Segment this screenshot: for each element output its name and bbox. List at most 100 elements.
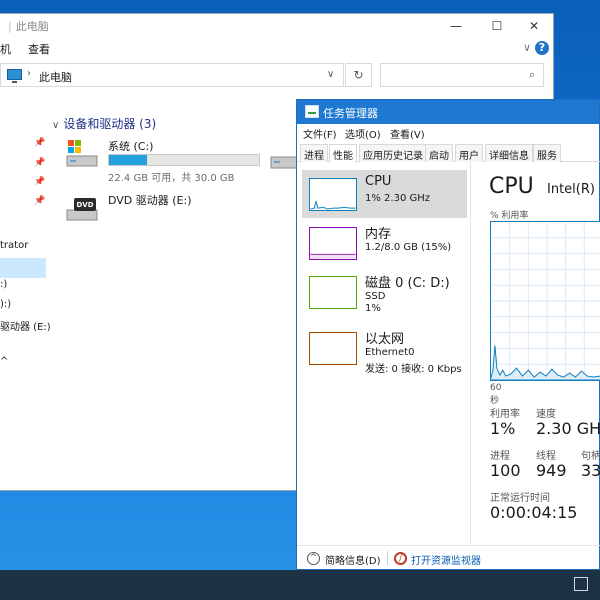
drive-name: 系统 (C:) — [108, 140, 154, 153]
speed-value: 2.30 GHz — [536, 419, 600, 438]
breadcrumb-separator: › — [27, 68, 31, 79]
tab-app-history[interactable]: 应用历史记录 — [359, 144, 427, 162]
resource-monitor-icon: / — [394, 552, 407, 565]
handles-value: 33 — [581, 461, 600, 480]
resource-disk[interactable]: 磁盘 0 (C: D:) SSD 1% — [302, 268, 467, 316]
group-header-devices[interactable]: ∨ 设备和驱动器 (3) — [52, 115, 156, 132]
hard-drive-icon — [66, 140, 98, 167]
svg-text:DVD: DVD — [76, 201, 93, 209]
explorer-titlebar[interactable]: | 此电脑 — ☐ ✕ — [0, 14, 553, 38]
pin-icon: 📌 — [34, 138, 46, 148]
tab-details[interactable]: 详细信息 — [485, 144, 533, 162]
drive-dvd[interactable]: DVD DVD 驱动器 (E:) — [66, 192, 266, 226]
task-manager-title: 任务管理器 — [323, 107, 378, 120]
nav-item-dvd[interactable]: 驱动器 (E:) — [0, 318, 51, 333]
ethernet-mini-graph — [309, 332, 357, 365]
chevron-up-icon[interactable]: ^ — [307, 552, 320, 565]
time-axis-label: 60 秒 — [490, 383, 502, 406]
processes-value: 100 — [490, 461, 521, 480]
tab-performance[interactable]: 性能 — [329, 144, 357, 163]
menu-options[interactable]: 选项(O) — [345, 126, 381, 141]
fewer-details-button[interactable]: 简略信息(D) — [325, 552, 381, 567]
taskbar — [0, 570, 600, 600]
utilization-axis-label: % 利用率 — [490, 211, 529, 221]
drive-usage-bar — [108, 154, 260, 166]
tab-startup[interactable]: 启动 — [425, 144, 453, 162]
resource-detail: 1% — [365, 303, 381, 314]
chevron-down-icon: ∨ — [52, 120, 60, 131]
task-manager-icon — [305, 105, 319, 118]
resource-memory[interactable]: 内存 1.2/8.0 GB (15%) — [302, 219, 467, 267]
search-icon[interactable]: ⌕ — [529, 68, 535, 82]
footer-divider — [387, 551, 388, 565]
resource-ethernet[interactable]: 以太网 Ethernet0 发送: 0 接收: 0 Kbps — [302, 324, 467, 375]
pane-divider — [470, 162, 471, 544]
help-icon[interactable]: ? — [535, 41, 549, 55]
breadcrumb-this-pc[interactable]: 此电脑 — [39, 69, 72, 85]
speed-label: 速度 — [536, 409, 556, 420]
disk-mini-graph — [309, 276, 357, 309]
address-row: › 此电脑 ∨ ↻ ⌕ — [0, 63, 553, 89]
nav-item-drive[interactable]: ):) — [0, 299, 11, 310]
drive-c[interactable]: 系统 (C:) 22.4 GB 可用，共 30.0 GB — [66, 138, 296, 186]
minimize-button[interactable]: — — [436, 14, 476, 38]
drive-usage-fill — [109, 155, 147, 165]
refresh-button[interactable]: ↻ — [345, 63, 372, 87]
resource-name: CPU — [365, 174, 392, 189]
resource-detail: 发送: 0 接收: 0 Kbps — [365, 364, 462, 375]
open-resource-monitor-link[interactable]: 打开资源监视器 — [411, 552, 481, 567]
pin-icon: 📌 — [34, 196, 46, 206]
task-manager-footer: ^ 简略信息(D) / 打开资源监视器 — [297, 545, 600, 570]
utilization-label: 利用率 — [490, 409, 520, 420]
task-manager-titlebar[interactable]: 任务管理器 — [297, 100, 599, 124]
close-button[interactable]: ✕ — [514, 14, 554, 38]
explorer-title: | 此电脑 — [8, 20, 49, 33]
tab-processes[interactable]: 进程 — [300, 144, 328, 162]
nav-item-drive[interactable]: :) — [0, 279, 7, 290]
nav-item-user[interactable]: trator — [0, 240, 28, 251]
explorer-ribbon: 机 查看 ∨ ? — [0, 38, 553, 58]
search-box[interactable]: ⌕ — [380, 63, 544, 87]
ribbon-tab-view[interactable]: 查看 — [28, 41, 50, 57]
utilization-value: 1% — [490, 419, 516, 438]
uptime-value: 0:00:04:15 — [490, 503, 578, 522]
processes-label: 进程 — [490, 451, 510, 462]
detail-title: CPU — [489, 174, 534, 199]
resource-detail: Ethernet0 — [365, 347, 415, 358]
address-bar[interactable]: › 此电脑 ∨ — [0, 63, 344, 87]
threads-label: 线程 — [536, 451, 556, 462]
nav-item-selected[interactable] — [0, 258, 46, 278]
menu-view[interactable]: 查看(V) — [390, 126, 425, 141]
search-input[interactable] — [385, 65, 515, 85]
memory-mini-graph — [309, 227, 357, 260]
handles-label: 句柄 — [581, 451, 600, 462]
resource-name: 内存 — [365, 227, 392, 242]
pin-icon: 📌 — [34, 177, 46, 187]
tab-strip: 进程 性能 应用历史记录 启动 用户 详细信息 服务 — [297, 142, 600, 163]
navigation-pane: 📌 📌 📌 📌 trator :) ):) 驱动器 (E:) ^ — [0, 97, 51, 492]
resource-detail: 1% 2.30 GHz — [365, 193, 431, 204]
threads-value: 949 — [536, 461, 567, 480]
resource-cpu[interactable]: CPU 1% 2.30 GHz — [302, 170, 467, 218]
resource-name: 磁盘 0 (C: D:) — [365, 276, 450, 291]
cpu-model: Intel(R) C — [547, 182, 600, 197]
ribbon-expand-icon[interactable]: ∨ — [523, 41, 531, 54]
cpu-usage-graph — [490, 221, 600, 381]
computer-icon — [7, 69, 22, 83]
ribbon-tab-computer[interactable]: 机 — [0, 41, 11, 57]
tab-services[interactable]: 服务 — [533, 144, 561, 162]
tab-users[interactable]: 用户 — [455, 144, 483, 162]
address-dropdown-icon[interactable]: ∨ — [327, 69, 334, 80]
resource-detail: SSD — [365, 291, 386, 302]
resource-name: 以太网 — [365, 332, 405, 347]
task-manager-window: 任务管理器 文件(F) 选项(O) 查看(V) 进程 性能 应用历史记录 启动 … — [296, 99, 600, 570]
resource-detail: 1.2/8.0 GB (15%) — [365, 242, 452, 253]
cpu-mini-graph — [309, 178, 357, 211]
show-desktop-icon[interactable] — [574, 577, 588, 591]
menu-bar: 文件(F) 选项(O) 查看(V) — [297, 124, 600, 141]
menu-file[interactable]: 文件(F) — [303, 126, 337, 141]
dvd-drive-icon: DVD — [66, 198, 98, 221]
drive-free-space: 22.4 GB 可用，共 30.0 GB — [108, 173, 235, 184]
maximize-button[interactable]: ☐ — [477, 14, 517, 38]
nav-item-network[interactable]: ^ — [0, 356, 8, 367]
